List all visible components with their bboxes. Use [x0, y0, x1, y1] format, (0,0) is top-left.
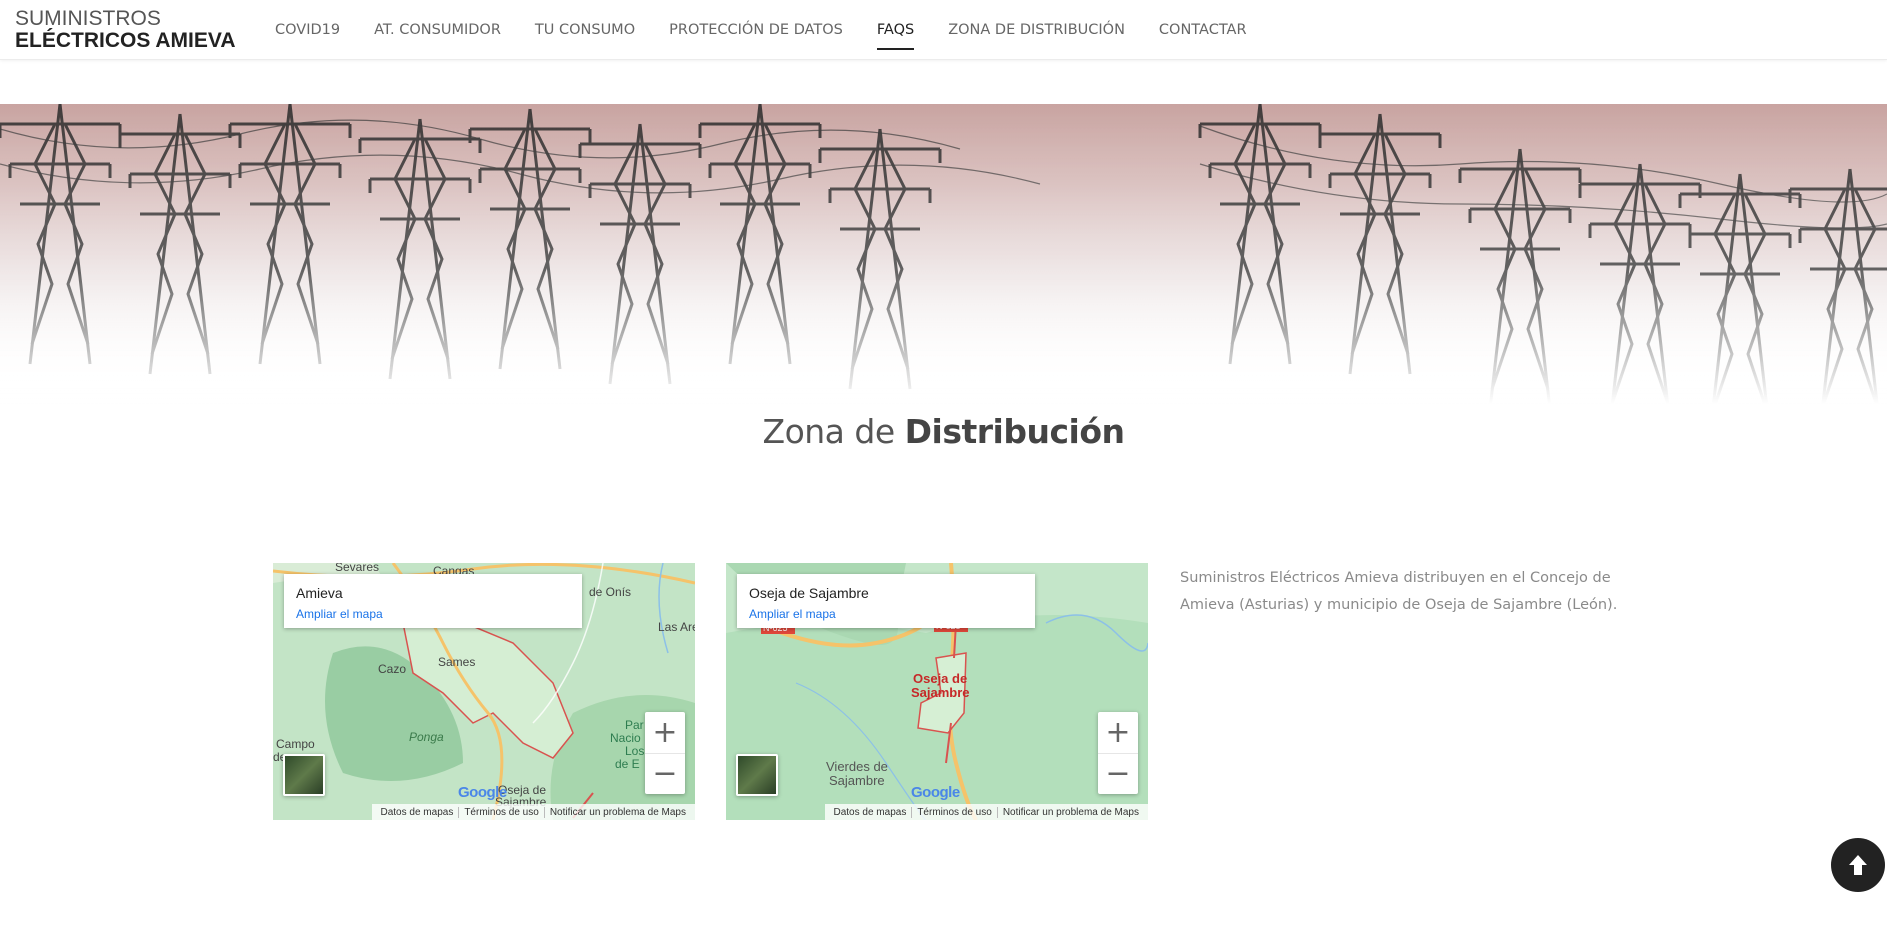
nav-item-covid19[interactable]: COVID19	[275, 22, 340, 38]
main-nav: COVID19 AT. CONSUMIDOR TU CONSUMO PROTEC…	[275, 0, 1281, 60]
back-to-top-button[interactable]	[1831, 838, 1885, 892]
zoom-in-button[interactable]: +	[1098, 712, 1138, 753]
zoom-out-button[interactable]: −	[645, 753, 685, 794]
zoom-out-button[interactable]: −	[1098, 753, 1138, 794]
nav-item-tu-consumo[interactable]: TU CONSUMO	[535, 22, 635, 38]
terms-link[interactable]: Términos de uso	[458, 806, 543, 818]
map-label: Par	[625, 718, 644, 732]
google-logo-text: Google	[458, 784, 507, 801]
logo-line-1: SUMINISTROS	[15, 7, 161, 30]
satellite-layer-toggle[interactable]	[283, 754, 325, 796]
map-label: Campo	[276, 737, 315, 751]
map-label: Cazo	[378, 662, 407, 676]
nav-item-at-consumidor[interactable]: AT. CONSUMIDOR	[374, 22, 501, 38]
satellite-layer-toggle[interactable]	[736, 754, 778, 796]
map-place-name: Oseja de Sajambre	[749, 585, 869, 601]
report-problem-link[interactable]: Notificar un problema de Maps	[543, 806, 691, 818]
section-title-bold: Distribución	[904, 412, 1125, 451]
arrow-up-icon	[1849, 855, 1867, 875]
map-info-card: Amieva Ampliar el mapa	[284, 574, 582, 628]
section-title-light: Zona de	[762, 412, 905, 451]
logo-line-2: ELÉCTRICOS AMIEVA	[15, 29, 236, 52]
map-label: Oseja de	[913, 671, 968, 686]
zoom-control: + −	[1098, 712, 1138, 794]
hero-banner	[0, 104, 1887, 404]
nav-item-zona-distribucion[interactable]: ZONA DE DISTRIBUCIÓN	[948, 22, 1125, 38]
map-label: Ponga	[409, 730, 444, 744]
distribution-description: Suministros Eléctricos Amieva distribuye…	[1180, 570, 1618, 613]
google-logo-text: Google	[911, 784, 960, 801]
enlarge-map-link[interactable]: Ampliar el mapa	[296, 607, 570, 621]
nav-item-contactar[interactable]: CONTACTAR	[1159, 22, 1247, 38]
google-logo: Google	[458, 784, 507, 801]
map-amieva[interactable]: Sevares Cangas de Onís Las Are Cazo Same…	[273, 563, 695, 820]
map-label: Sajambre	[911, 685, 970, 700]
map-place-name: Amieva	[296, 585, 343, 601]
zoom-control: + −	[645, 712, 685, 794]
map-label: de E	[615, 757, 640, 771]
google-logo: Google	[911, 784, 960, 801]
nav-item-proteccion-datos[interactable]: PROTECCIÓN DE DATOS	[669, 22, 843, 38]
map-attribution: Datos de mapas Términos de uso Notificar…	[371, 804, 695, 820]
map-label: Nacio	[610, 731, 641, 745]
map-label: Las Are	[658, 620, 695, 634]
report-problem-link[interactable]: Notificar un problema de Maps	[996, 806, 1144, 818]
map-label: Sevares	[335, 563, 380, 574]
map-label: Sajambre	[829, 773, 885, 788]
map-label: Sames	[438, 655, 476, 669]
nav-item-faqs[interactable]: FAQS	[876, 22, 915, 50]
pylons-illustration	[0, 104, 1887, 404]
map-data-link[interactable]: Datos de mapas	[829, 807, 912, 818]
enlarge-map-link[interactable]: Ampliar el mapa	[749, 607, 1023, 621]
map-oseja-de-sajambre[interactable]: N-625 N-625 Oseja de Sajambre Vierdes de…	[726, 563, 1148, 820]
map-data-link[interactable]: Datos de mapas	[376, 807, 459, 818]
site-logo[interactable]: SUMINISTROS ELÉCTRICOS AMIEVA	[15, 8, 236, 51]
map-label: Vierdes de	[826, 759, 888, 774]
section-title: Zona de Distribución	[0, 412, 1887, 451]
site-header: SUMINISTROS ELÉCTRICOS AMIEVA COVID19 AT…	[0, 0, 1887, 60]
page: SUMINISTROS ELÉCTRICOS AMIEVA COVID19 AT…	[0, 0, 1887, 931]
map-label: Los	[625, 744, 645, 758]
map-label: de Onís	[589, 585, 632, 599]
map-info-card: Oseja de Sajambre Ampliar el mapa	[737, 574, 1035, 628]
map-attribution: Datos de mapas Términos de uso Notificar…	[824, 804, 1148, 820]
terms-link[interactable]: Términos de uso	[911, 806, 996, 818]
zoom-in-button[interactable]: +	[645, 712, 685, 753]
